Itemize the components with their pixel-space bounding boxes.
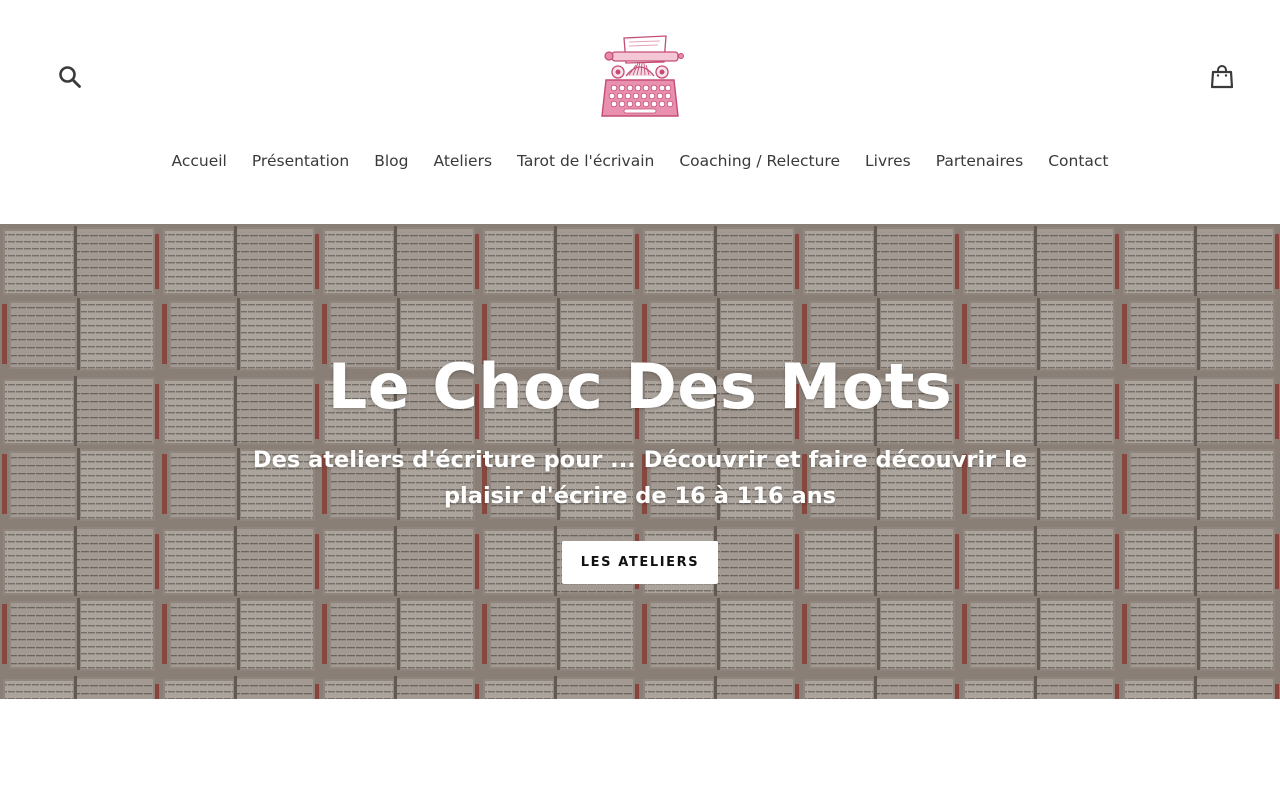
hero-banner: Le Choc Des Mots Des ateliers d'écriture… <box>0 224 1280 699</box>
search-button[interactable] <box>55 62 85 92</box>
cart-button[interactable] <box>1207 62 1237 92</box>
hero-subtitle: Des ateliers d'écriture pour ... Découvr… <box>252 447 1028 509</box>
les-ateliers-button[interactable]: LES ATELIERS <box>561 541 719 584</box>
hero-content: Le Choc Des Mots Des ateliers d'écriture… <box>0 346 1280 584</box>
site-header: Accueil Présentation Blog Ateliers Tarot… <box>0 0 1280 224</box>
search-icon <box>59 66 81 88</box>
nav-item-accueil[interactable]: Accueil <box>159 148 239 174</box>
site-logo[interactable] <box>596 32 684 122</box>
page-content-spacer <box>0 699 1280 800</box>
typewriter-logo-icon <box>601 35 684 117</box>
nav-item-partenaires[interactable]: Partenaires <box>923 148 1035 174</box>
nav-item-tarot[interactable]: Tarot de l'écrivain <box>505 148 667 174</box>
nav-item-livres[interactable]: Livres <box>853 148 924 174</box>
hero-title: Le Choc Des Mots <box>327 350 953 423</box>
cart-icon <box>1211 65 1233 89</box>
nav-item-coaching[interactable]: Coaching / Relecture <box>667 148 853 174</box>
main-navigation: Accueil Présentation Blog Ateliers Tarot… <box>0 148 1280 174</box>
nav-item-contact[interactable]: Contact <box>1036 148 1121 174</box>
nav-item-blog[interactable]: Blog <box>362 148 421 174</box>
nav-item-presentation[interactable]: Présentation <box>239 148 361 174</box>
nav-item-ateliers[interactable]: Ateliers <box>421 148 505 174</box>
